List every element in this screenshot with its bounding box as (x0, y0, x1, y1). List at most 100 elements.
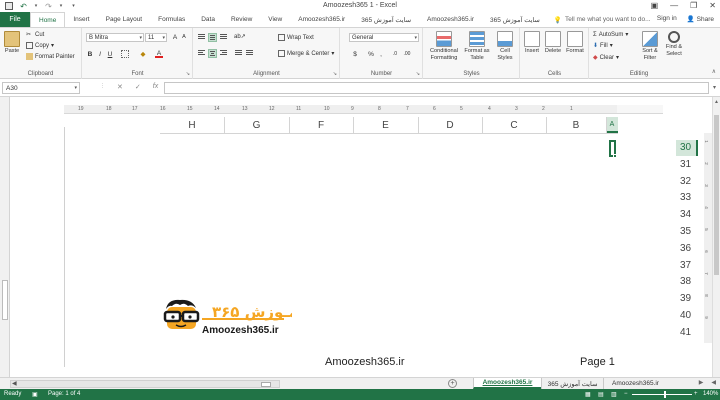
insert-cells-button[interactable]: Insert (522, 31, 542, 55)
vertical-scrollbar[interactable]: ▲ (712, 97, 720, 377)
sheet-tab-2[interactable]: سایت آموزش 365 (541, 378, 603, 389)
scroll-up-icon[interactable]: ▲ (714, 99, 719, 105)
increase-indent-icon[interactable] (245, 49, 254, 58)
increase-decimal-icon[interactable]: .0 (391, 50, 399, 59)
row-header-33[interactable]: 33 (680, 190, 698, 206)
row-header-39[interactable]: 39 (680, 291, 698, 307)
column-divider[interactable] (289, 117, 290, 133)
align-top-icon[interactable] (197, 33, 206, 42)
grow-font-button[interactable]: A (171, 33, 179, 42)
sheet-tab-3[interactable]: Amoozesh365.ir (603, 378, 667, 389)
alignment-dialog-launcher-icon[interactable]: ↘ (333, 71, 337, 77)
italic-button[interactable]: I (96, 50, 104, 59)
fill-color-icon[interactable]: ◆ (139, 50, 147, 59)
row-header-37[interactable]: 37 (680, 258, 698, 274)
borders-icon[interactable] (121, 50, 129, 58)
autosum-button[interactable]: Σ AutoSum ▾ (593, 31, 628, 39)
row-header-31[interactable]: 31 (680, 157, 698, 173)
column-header-h[interactable]: H (160, 117, 224, 133)
decrease-decimal-icon[interactable]: .00 (403, 50, 411, 59)
sheet-area[interactable]: 19 18 17 16 15 14 13 12 11 10 9 8 7 6 5 4 3 2 1 HGFEDCBA 3… (0, 97, 720, 377)
zoom-out-icon[interactable]: − (624, 391, 628, 397)
macro-record-icon[interactable]: ▣ (32, 391, 38, 398)
cancel-icon[interactable]: ✕ (117, 83, 123, 91)
expand-formula-bar-icon[interactable]: ▾ (713, 84, 716, 91)
wrap-text-button[interactable]: Wrap Text (278, 34, 314, 41)
tell-me-box[interactable]: 💡 Tell me what you want to do... (554, 16, 651, 24)
conditional-formatting-button[interactable]: Conditional Formatting (426, 31, 462, 62)
sign-in-link[interactable]: Sign in (657, 15, 677, 23)
tab-file[interactable]: File (0, 12, 30, 27)
sheet-nav-next-icon[interactable]: ▶ (699, 379, 704, 386)
fill-handle[interactable] (613, 154, 617, 158)
enter-icon[interactable]: ✓ (135, 83, 141, 91)
row-header-30[interactable]: 30 (676, 140, 698, 156)
align-left-icon[interactable] (197, 49, 206, 58)
tab-amoozesh-2[interactable]: Amoozesh365.ir (419, 12, 482, 27)
font-color-button[interactable]: A (155, 49, 163, 58)
normal-view-icon[interactable]: ▦ (585, 391, 591, 398)
horizontal-scrollbar[interactable]: ◀ (10, 380, 280, 388)
row-header-34[interactable]: 34 (680, 207, 698, 223)
page-layout-view-icon[interactable]: ▤ (598, 391, 604, 398)
column-divider[interactable] (353, 117, 354, 133)
tab-persian-2[interactable]: سایت آموزش 365 (482, 12, 548, 27)
decrease-indent-icon[interactable] (234, 49, 243, 58)
share-button[interactable]: 👤 Share (687, 15, 714, 23)
sheet-tab-1[interactable]: Amoozesh365.ir (473, 378, 541, 389)
tab-review[interactable]: Review (223, 12, 260, 27)
page-break-view-icon[interactable]: ▥ (611, 391, 617, 398)
tab-view[interactable]: View (260, 12, 290, 27)
name-box[interactable]: A30 ▾ (2, 82, 80, 94)
cell-styles-button[interactable]: Cell Styles (494, 31, 516, 62)
vertical-scroll-thumb[interactable] (714, 115, 719, 275)
column-header-c[interactable]: C (482, 117, 546, 133)
selected-cell[interactable] (609, 140, 617, 158)
align-center-icon[interactable] (208, 49, 217, 58)
insert-function-icon[interactable]: fx (153, 83, 158, 91)
font-name-select[interactable]: B Mitra ▾ (86, 33, 144, 42)
tab-formulas[interactable]: Formulas (150, 12, 193, 27)
fill-button[interactable]: ⬇ Fill ▾ (593, 42, 613, 50)
currency-button[interactable]: $ (351, 50, 359, 59)
tab-persian-1[interactable]: سایت آموزش 365 (353, 12, 419, 27)
tab-data[interactable]: Data (193, 12, 223, 27)
find-select-button[interactable]: Find & Select (662, 31, 686, 58)
collapse-ribbon-icon[interactable]: ∧ (712, 68, 716, 75)
comma-button[interactable]: , (377, 50, 385, 59)
ribbon-display-icon[interactable]: ▣ (651, 1, 659, 10)
format-painter-button[interactable]: Format Painter (26, 53, 75, 60)
tab-insert[interactable]: Insert (65, 12, 97, 27)
align-middle-icon[interactable] (208, 33, 217, 42)
font-dialog-launcher-icon[interactable]: ↘ (186, 71, 190, 77)
scroll-left-icon[interactable]: ◀ (12, 380, 17, 387)
restore-icon[interactable]: ❐ (690, 1, 697, 10)
horizontal-scroll-thumb[interactable] (261, 382, 271, 387)
column-divider[interactable] (224, 117, 225, 133)
zoom-in-icon[interactable]: + (694, 391, 698, 397)
cut-button[interactable]: ✂ Cut (26, 31, 44, 39)
percent-button[interactable]: % (367, 50, 375, 59)
zoom-slider-thumb[interactable] (664, 391, 666, 398)
new-sheet-icon[interactable]: + (448, 379, 457, 388)
row-header-32[interactable]: 32 (680, 174, 698, 190)
clear-button[interactable]: ◆ Clear ▾ (593, 54, 619, 62)
minimize-icon[interactable]: — (670, 1, 678, 10)
underline-button[interactable]: U (106, 50, 114, 59)
close-icon[interactable]: ✕ (709, 1, 716, 10)
row-header-35[interactable]: 35 (680, 224, 698, 240)
format-cells-button[interactable]: Format (564, 31, 586, 55)
font-size-select[interactable]: 11 ▾ (145, 33, 167, 42)
formula-input[interactable] (164, 82, 709, 94)
bold-button[interactable]: B (86, 50, 94, 59)
row-header-40[interactable]: 40 (680, 308, 698, 324)
column-divider[interactable] (418, 117, 419, 133)
name-box-dropdown-icon[interactable]: ▾ (74, 85, 79, 91)
column-header-a[interactable]: A (606, 117, 618, 133)
number-dialog-launcher-icon[interactable]: ↘ (416, 71, 420, 77)
align-right-icon[interactable] (219, 49, 228, 58)
column-divider[interactable] (606, 117, 607, 133)
zoom-level[interactable]: 140% (703, 391, 718, 397)
shrink-font-button[interactable]: A (180, 33, 188, 42)
delete-cells-button[interactable]: Delete (543, 31, 563, 55)
